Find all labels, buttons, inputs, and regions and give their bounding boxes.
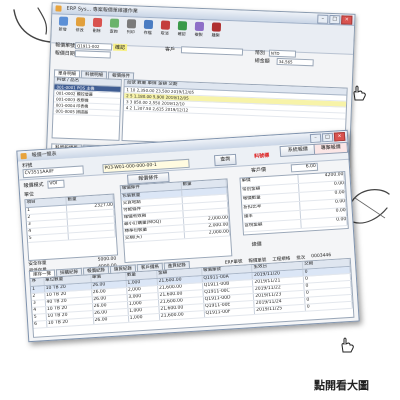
hand-pointer-icon-bottom <box>341 337 354 353</box>
toolbar-button-label: 複製 <box>194 31 203 38</box>
table-cell: 26.00 <box>93 315 129 325</box>
toolbar-button-3[interactable]: 查詢 <box>107 18 122 35</box>
unit-label: 單位 <box>23 191 35 199</box>
toolbar-button-label: 確認 <box>177 31 186 37</box>
toolbar-button-9[interactable]: 離開 <box>208 22 223 39</box>
total-field[interactable]: 34,565 <box>276 57 314 67</box>
column-header: 序 <box>30 278 45 286</box>
customer-field[interactable] <box>180 46 244 56</box>
new-icon <box>58 16 68 26</box>
back-window-title: ERP Sys... 專案報價單維護作業 <box>66 5 138 15</box>
table-cell: 1 <box>30 286 45 293</box>
toolbar-button-label: 取消 <box>160 30 169 36</box>
date-label: 報價日期 <box>54 50 75 58</box>
row-name: 5 <box>27 233 70 243</box>
toolbar-button-4[interactable]: 列印 <box>124 19 139 36</box>
toolbar-button-8[interactable]: 複製 <box>192 21 207 39</box>
toolbar-button-label: 存檔 <box>143 29 152 36</box>
status-label: 確認 <box>112 43 128 52</box>
currency-label: 幣別 <box>254 50 266 57</box>
print-icon <box>126 19 136 29</box>
toolbar-button-label: 修改 <box>75 27 84 33</box>
toolbar-button-label: 刪除 <box>92 27 101 34</box>
currency-field[interactable]: NTD <box>268 49 297 58</box>
toolbar-button-label: 查詢 <box>109 28 118 34</box>
app-icon <box>20 152 27 160</box>
system-quote-button[interactable]: 系統報價 <box>279 143 317 158</box>
table-cell: 1,000 <box>128 313 161 322</box>
total-label: 總金額 <box>254 58 270 65</box>
date-field[interactable] <box>74 50 111 59</box>
search-icon <box>109 18 119 28</box>
quantity-table: 項目 數量 1 2327.00 2 3 4 5 <box>24 193 119 262</box>
customer-price-label: 客戶價 <box>250 166 267 174</box>
price-summary-table: 單價 4200.00 幣別金額 0.00 報價數量 0.00 折扣比率 0.00 匯率 0.00 含… <box>239 170 349 236</box>
mode-field[interactable]: VOI <box>47 179 65 189</box>
toolbar-button-6[interactable]: 取消 <box>158 20 173 37</box>
list-item[interactable]: 001-0005 掃描器 <box>53 108 120 117</box>
confirm-icon <box>177 21 187 31</box>
quote-no-field[interactable]: Q1911-002 <box>74 42 113 51</box>
toolbar-button-label: 離開 <box>211 32 220 38</box>
table-cell: 5 <box>32 314 47 321</box>
toolbar-button-7[interactable]: 確認 <box>175 21 190 38</box>
price-condition-table: 報價條件 數量 包裝數量 交貨地點 付款條件 報價有效期 最小訂購量(MOQ) 2,000.… <box>119 178 233 264</box>
table-cell: 4 <box>32 307 47 314</box>
app-icon <box>55 5 62 12</box>
project-quote-button[interactable]: 專案報價 <box>313 141 349 155</box>
front-window-title: 報價一覽表 <box>31 151 57 159</box>
special-flag-label: 料號標 <box>253 152 270 160</box>
part-list: 料號 / 品名 001-0001 POS 主機 001-0002 觸控螢幕 001-… <box>51 76 122 141</box>
table-cell: 3 <box>31 300 46 307</box>
cancel-icon <box>160 20 170 30</box>
mode-label: 報價模式 <box>23 181 44 190</box>
maximize-button[interactable]: □ <box>329 14 341 25</box>
toolbar-button-label: 列印 <box>126 29 135 35</box>
edit-icon <box>75 17 85 27</box>
save-icon <box>143 19 153 30</box>
toolbar-button-2[interactable]: 刪除 <box>90 17 105 35</box>
close-button[interactable]: × <box>341 15 353 25</box>
total-price-label: 總價 <box>251 241 262 249</box>
minimize-button[interactable]: – <box>317 14 329 24</box>
toolbar-button-label: 新增 <box>58 26 67 32</box>
copy-icon <box>194 21 204 32</box>
row-value: 0.00 <box>301 216 348 228</box>
enlarge-caption[interactable]: 點開看大圖 <box>314 377 369 393</box>
customer-price-field[interactable]: 6.00 <box>290 162 319 173</box>
search-button[interactable]: 查詢 <box>213 153 237 167</box>
quote-no-label: 報價單號 <box>54 42 76 50</box>
part-search-field[interactable]: P03-W01-000-000-00-1 <box>102 158 190 174</box>
price-lookup-window: 報價一覽表 – □ × 料號 CV3511AAIIF P03-W01-000-0… <box>16 129 360 343</box>
delete-icon <box>92 17 102 28</box>
toolbar-button-0[interactable]: 新增 <box>56 16 71 33</box>
toolbar-button-1[interactable]: 修改 <box>73 17 88 34</box>
customer-label: 客戶 <box>164 46 176 54</box>
toolbar-button-5[interactable]: 存檔 <box>141 19 156 37</box>
table-cell: 2 <box>31 293 46 300</box>
exit-icon <box>211 22 221 32</box>
table-cell: 6 <box>33 321 48 328</box>
